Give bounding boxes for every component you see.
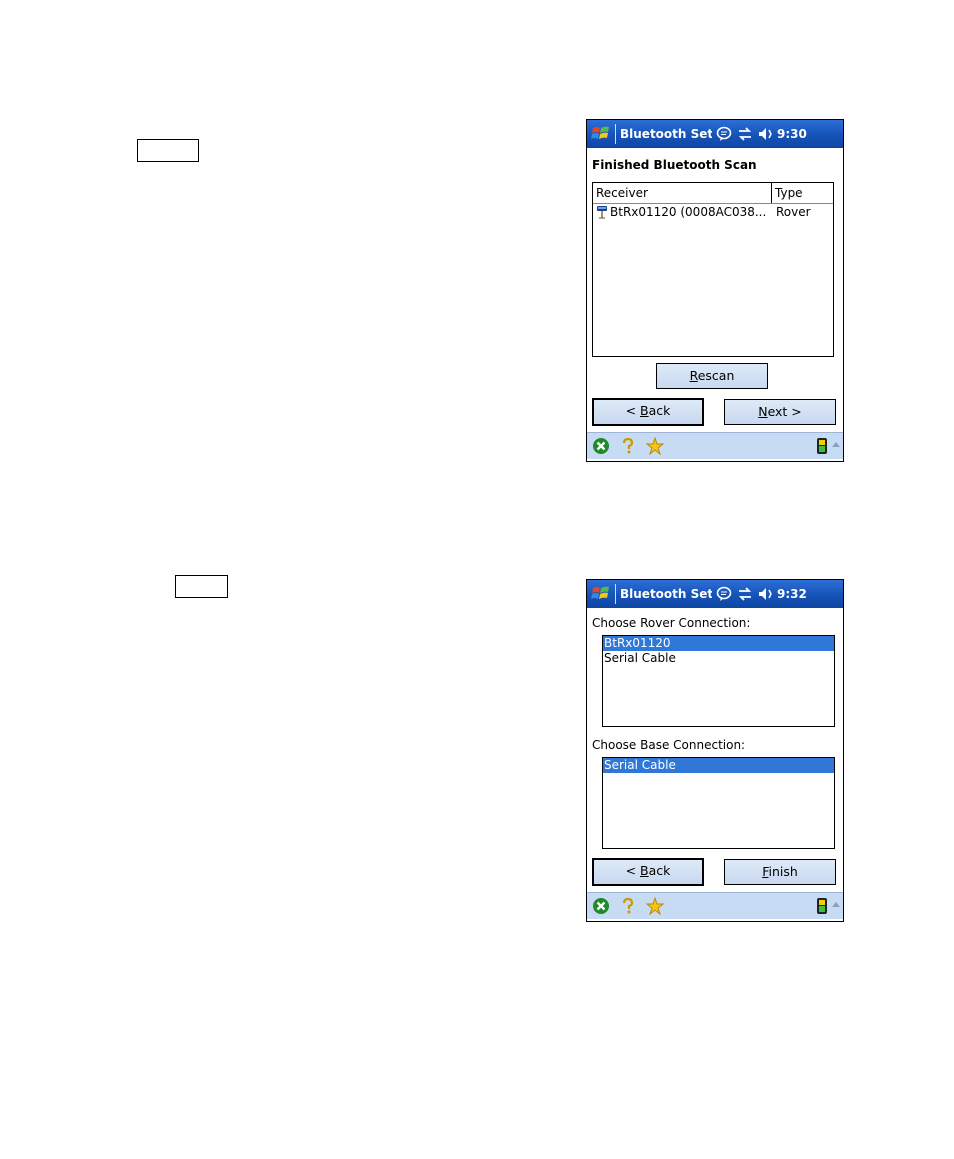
title-separator [615, 124, 616, 144]
close-icon[interactable] [592, 437, 610, 455]
gps-status-icon[interactable] [815, 897, 829, 915]
back-button[interactable]: < Back [592, 858, 704, 886]
receiver-icon [597, 206, 607, 219]
finish-label: inish [768, 864, 798, 879]
receiver-list[interactable]: Receiver Type BtRx01120 (0008AC038... Ro… [592, 182, 834, 357]
device-screen-connection: Bluetooth Setu 9:32 Choose Rover Connect… [586, 579, 844, 922]
bottom-toolbar [587, 432, 843, 459]
list-item[interactable]: Serial Cable [603, 651, 834, 666]
column-header-receiver[interactable]: Receiver [593, 183, 772, 203]
close-icon[interactable] [592, 897, 610, 915]
rover-connection-label: Choose Rover Connection: [592, 616, 751, 630]
doc-outline-box-1 [137, 139, 199, 162]
base-connection-list[interactable]: Serial Cable [602, 757, 835, 849]
receiver-type: Rover [776, 205, 811, 219]
gps-status-icon[interactable] [815, 437, 829, 455]
volume-icon[interactable] [758, 586, 774, 602]
back-accel: B [640, 863, 649, 878]
clock: 9:30 [777, 127, 807, 141]
content-area: Choose Rover Connection: BtRx01120 Seria… [587, 608, 843, 892]
content-area: Finished Bluetooth Scan Receiver Type Bt… [587, 148, 843, 432]
help-icon[interactable] [619, 897, 637, 915]
base-connection-label: Choose Base Connection: [592, 738, 746, 752]
rescan-label: escan [697, 368, 735, 383]
clock: 9:32 [777, 587, 807, 601]
title-bar: Bluetooth Setu 9:32 [587, 580, 843, 608]
bottom-toolbar [587, 892, 843, 919]
list-item[interactable]: BtRx01120 [603, 636, 834, 651]
title-bar: Bluetooth Setu 9:30 [587, 120, 843, 148]
tray-expand-icon[interactable] [832, 442, 840, 447]
doc-outline-box-2 [175, 575, 228, 598]
connectivity-icon[interactable] [737, 126, 753, 142]
tray-expand-icon[interactable] [832, 902, 840, 907]
rescan-accel: R [689, 368, 698, 383]
help-icon[interactable] [619, 437, 637, 455]
app-title: Bluetooth Setu [620, 587, 712, 601]
back-label: ack [648, 863, 671, 878]
volume-icon[interactable] [758, 126, 774, 142]
windows-start-icon[interactable] [590, 123, 612, 145]
next-button[interactable]: Next > [724, 399, 836, 425]
message-icon[interactable] [716, 586, 732, 602]
rover-connection-list[interactable]: BtRx01120 Serial Cable [602, 635, 835, 727]
next-label: ext > [767, 404, 802, 419]
connectivity-icon[interactable] [737, 586, 753, 602]
back-prefix: < [625, 863, 641, 878]
favorites-icon[interactable] [646, 437, 664, 455]
finish-button[interactable]: Finish [724, 859, 836, 885]
app-title: Bluetooth Setu [620, 127, 712, 141]
back-label: ack [648, 403, 671, 418]
next-accel: N [758, 404, 768, 419]
title-separator [615, 584, 616, 604]
message-icon[interactable] [716, 126, 732, 142]
list-item[interactable]: Serial Cable [603, 758, 834, 773]
back-accel: B [640, 403, 649, 418]
list-header: Receiver Type [593, 183, 833, 204]
page-heading: Finished Bluetooth Scan [592, 158, 757, 172]
back-button[interactable]: < Back [592, 398, 704, 426]
rescan-button[interactable]: Rescan [656, 363, 768, 389]
favorites-icon[interactable] [646, 897, 664, 915]
receiver-name: BtRx01120 (0008AC038... [610, 205, 767, 219]
device-screen-scan: Bluetooth Setu 9:30 Finished Bluetooth S… [586, 119, 844, 462]
column-header-type[interactable]: Type [772, 183, 833, 203]
back-prefix: < [625, 403, 641, 418]
table-row[interactable]: BtRx01120 (0008AC038... Rover [593, 204, 833, 220]
windows-start-icon[interactable] [590, 583, 612, 605]
